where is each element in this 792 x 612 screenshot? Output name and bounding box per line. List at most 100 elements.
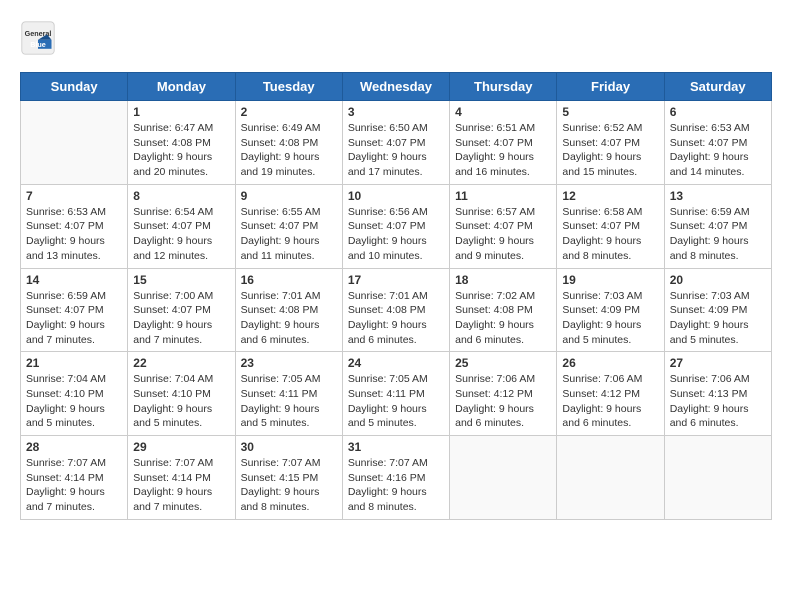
calendar-cell: 22 Sunrise: 7:04 AM Sunset: 4:10 PM Dayli…	[128, 352, 235, 436]
calendar-week-row: 28 Sunrise: 7:07 AM Sunset: 4:14 PM Dayli…	[21, 436, 772, 520]
calendar-cell: 24 Sunrise: 7:05 AM Sunset: 4:11 PM Dayli…	[342, 352, 449, 436]
day-number: 20	[670, 273, 766, 287]
day-number: 19	[562, 273, 658, 287]
calendar-cell: 30 Sunrise: 7:07 AM Sunset: 4:15 PM Dayli…	[235, 436, 342, 520]
calendar-cell: 20Sunrise: 7:03 AM Sunset: 4:09 PM Dayli…	[664, 268, 771, 352]
day-detail: Sunrise: 6:59 AM Sunset: 4:07 PM Dayligh…	[26, 289, 122, 348]
day-of-week-header: Saturday	[664, 73, 771, 101]
calendar-week-row: 21Sunrise: 7:04 AM Sunset: 4:10 PM Dayli…	[21, 352, 772, 436]
day-number: 14	[26, 273, 122, 287]
day-detail: Sunrise: 7:04 AM Sunset: 4:10 PM Dayligh…	[26, 372, 122, 431]
day-number: 4	[455, 105, 551, 119]
calendar-cell: 28Sunrise: 7:07 AM Sunset: 4:14 PM Dayli…	[21, 436, 128, 520]
day-detail: Sunrise: 6:49 AM Sunset: 4:08 PM Dayligh…	[241, 121, 337, 180]
day-number: 15	[133, 273, 229, 287]
day-of-week-header: Tuesday	[235, 73, 342, 101]
day-number: 26	[562, 356, 658, 370]
day-detail: Sunrise: 7:05 AM Sunset: 4:11 PM Dayligh…	[241, 372, 337, 431]
calendar-cell: 1 Sunrise: 6:47 AM Sunset: 4:08 PM Daylig…	[128, 101, 235, 185]
day-detail: Sunrise: 7:04 AM Sunset: 4:10 PM Dayligh…	[133, 372, 229, 431]
day-detail: Sunrise: 6:53 AM Sunset: 4:07 PM Dayligh…	[670, 121, 766, 180]
calendar-cell: 21Sunrise: 7:04 AM Sunset: 4:10 PM Dayli…	[21, 352, 128, 436]
day-detail: Sunrise: 6:56 AM Sunset: 4:07 PM Dayligh…	[348, 205, 444, 264]
calendar-cell: 13 Sunrise: 6:59 AM Sunset: 4:07 PM Dayli…	[664, 184, 771, 268]
day-detail: Sunrise: 6:59 AM Sunset: 4:07 PM Dayligh…	[670, 205, 766, 264]
day-detail: Sunrise: 7:05 AM Sunset: 4:11 PM Dayligh…	[348, 372, 444, 431]
calendar-cell	[450, 436, 557, 520]
calendar-cell: 8 Sunrise: 6:54 AM Sunset: 4:07 PM Daylig…	[128, 184, 235, 268]
day-detail: Sunrise: 6:50 AM Sunset: 4:07 PM Dayligh…	[348, 121, 444, 180]
day-number: 9	[241, 189, 337, 203]
day-detail: Sunrise: 7:06 AM Sunset: 4:12 PM Dayligh…	[455, 372, 551, 431]
day-number: 13	[670, 189, 766, 203]
day-number: 25	[455, 356, 551, 370]
calendar-cell: 16 Sunrise: 7:01 AM Sunset: 4:08 PM Dayli…	[235, 268, 342, 352]
calendar-cell: 2Sunrise: 6:49 AM Sunset: 4:08 PM Daylig…	[235, 101, 342, 185]
day-of-week-header: Friday	[557, 73, 664, 101]
day-detail: Sunrise: 7:02 AM Sunset: 4:08 PM Dayligh…	[455, 289, 551, 348]
day-detail: Sunrise: 6:58 AM Sunset: 4:07 PM Dayligh…	[562, 205, 658, 264]
day-detail: Sunrise: 7:07 AM Sunset: 4:14 PM Dayligh…	[133, 456, 229, 515]
logo: General Blue	[20, 20, 60, 56]
day-number: 18	[455, 273, 551, 287]
calendar-cell: 26Sunrise: 7:06 AM Sunset: 4:12 PM Dayli…	[557, 352, 664, 436]
day-detail: Sunrise: 7:03 AM Sunset: 4:09 PM Dayligh…	[562, 289, 658, 348]
day-detail: Sunrise: 6:47 AM Sunset: 4:08 PM Dayligh…	[133, 121, 229, 180]
day-number: 29	[133, 440, 229, 454]
logo-icon: General Blue	[20, 20, 56, 56]
calendar-week-row: 14 Sunrise: 6:59 AM Sunset: 4:07 PM Dayli…	[21, 268, 772, 352]
page-header: General Blue	[20, 20, 772, 56]
day-number: 1	[133, 105, 229, 119]
day-number: 3	[348, 105, 444, 119]
calendar-cell: 5 Sunrise: 6:52 AM Sunset: 4:07 PM Daylig…	[557, 101, 664, 185]
svg-text:Blue: Blue	[30, 40, 46, 49]
calendar-cell: 6 Sunrise: 6:53 AM Sunset: 4:07 PM Daylig…	[664, 101, 771, 185]
day-detail: Sunrise: 6:55 AM Sunset: 4:07 PM Dayligh…	[241, 205, 337, 264]
day-number: 7	[26, 189, 122, 203]
calendar-cell: 31Sunrise: 7:07 AM Sunset: 4:16 PM Dayli…	[342, 436, 449, 520]
day-detail: Sunrise: 7:07 AM Sunset: 4:15 PM Dayligh…	[241, 456, 337, 515]
day-detail: Sunrise: 7:01 AM Sunset: 4:08 PM Dayligh…	[241, 289, 337, 348]
calendar-cell: 23 Sunrise: 7:05 AM Sunset: 4:11 PM Dayli…	[235, 352, 342, 436]
day-number: 23	[241, 356, 337, 370]
calendar-cell: 9 Sunrise: 6:55 AM Sunset: 4:07 PM Daylig…	[235, 184, 342, 268]
day-number: 27	[670, 356, 766, 370]
calendar-cell	[21, 101, 128, 185]
day-number: 17	[348, 273, 444, 287]
day-number: 24	[348, 356, 444, 370]
day-detail: Sunrise: 6:51 AM Sunset: 4:07 PM Dayligh…	[455, 121, 551, 180]
day-of-week-header: Sunday	[21, 73, 128, 101]
calendar-cell	[557, 436, 664, 520]
calendar-cell: 25 Sunrise: 7:06 AM Sunset: 4:12 PM Dayli…	[450, 352, 557, 436]
calendar-cell: 3 Sunrise: 6:50 AM Sunset: 4:07 PM Daylig…	[342, 101, 449, 185]
day-number: 31	[348, 440, 444, 454]
day-number: 10	[348, 189, 444, 203]
day-detail: Sunrise: 6:52 AM Sunset: 4:07 PM Dayligh…	[562, 121, 658, 180]
day-number: 22	[133, 356, 229, 370]
calendar-cell	[664, 436, 771, 520]
day-number: 28	[26, 440, 122, 454]
calendar-cell: 15 Sunrise: 7:00 AM Sunset: 4:07 PM Dayli…	[128, 268, 235, 352]
calendar-cell: 27 Sunrise: 7:06 AM Sunset: 4:13 PM Dayli…	[664, 352, 771, 436]
day-of-week-header: Wednesday	[342, 73, 449, 101]
day-number: 6	[670, 105, 766, 119]
day-of-week-header: Monday	[128, 73, 235, 101]
calendar-cell: 4 Sunrise: 6:51 AM Sunset: 4:07 PM Daylig…	[450, 101, 557, 185]
day-number: 16	[241, 273, 337, 287]
day-detail: Sunrise: 7:00 AM Sunset: 4:07 PM Dayligh…	[133, 289, 229, 348]
day-detail: Sunrise: 6:54 AM Sunset: 4:07 PM Dayligh…	[133, 205, 229, 264]
calendar-cell: 10 Sunrise: 6:56 AM Sunset: 4:07 PM Dayli…	[342, 184, 449, 268]
day-number: 12	[562, 189, 658, 203]
day-number: 11	[455, 189, 551, 203]
calendar-table: SundayMondayTuesdayWednesdayThursdayFrid…	[20, 72, 772, 520]
day-of-week-header: Thursday	[450, 73, 557, 101]
day-number: 8	[133, 189, 229, 203]
day-detail: Sunrise: 6:53 AM Sunset: 4:07 PM Dayligh…	[26, 205, 122, 264]
day-number: 30	[241, 440, 337, 454]
day-detail: Sunrise: 6:57 AM Sunset: 4:07 PM Dayligh…	[455, 205, 551, 264]
calendar-cell: 12 Sunrise: 6:58 AM Sunset: 4:07 PM Dayli…	[557, 184, 664, 268]
day-detail: Sunrise: 7:06 AM Sunset: 4:13 PM Dayligh…	[670, 372, 766, 431]
calendar-week-row: 1 Sunrise: 6:47 AM Sunset: 4:08 PM Daylig…	[21, 101, 772, 185]
calendar-cell: 18 Sunrise: 7:02 AM Sunset: 4:08 PM Dayli…	[450, 268, 557, 352]
day-number: 5	[562, 105, 658, 119]
